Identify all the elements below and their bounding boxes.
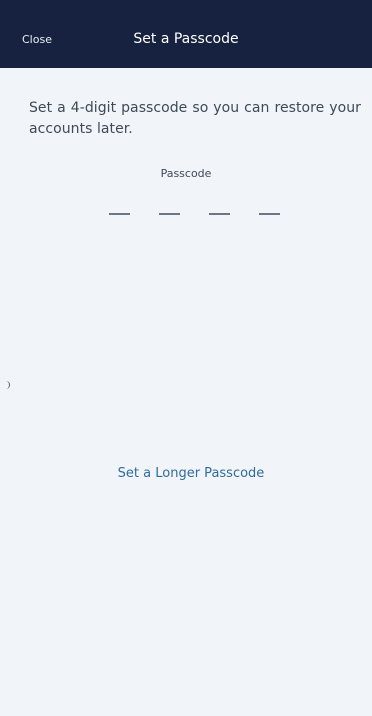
header-bar: Close Set a Passcode (0, 0, 372, 68)
edge-handle-icon (6, 381, 10, 389)
page-title: Set a Passcode (133, 31, 239, 47)
set-longer-passcode-link[interactable]: Set a Longer Passcode (0, 466, 372, 481)
passcode-screen: Close Set a Passcode Set a 4-digit passc… (0, 0, 372, 716)
close-button[interactable]: Close (22, 33, 52, 46)
passcode-digit-slot[interactable] (159, 213, 180, 215)
passcode-instructions: Set a 4-digit passcode so you can restor… (29, 100, 361, 137)
passcode-digit-slot[interactable] (209, 213, 230, 215)
passcode-digit-slot[interactable] (109, 213, 130, 215)
passcode-digit-slot[interactable] (259, 213, 280, 215)
passcode-label: Passcode (160, 167, 212, 180)
